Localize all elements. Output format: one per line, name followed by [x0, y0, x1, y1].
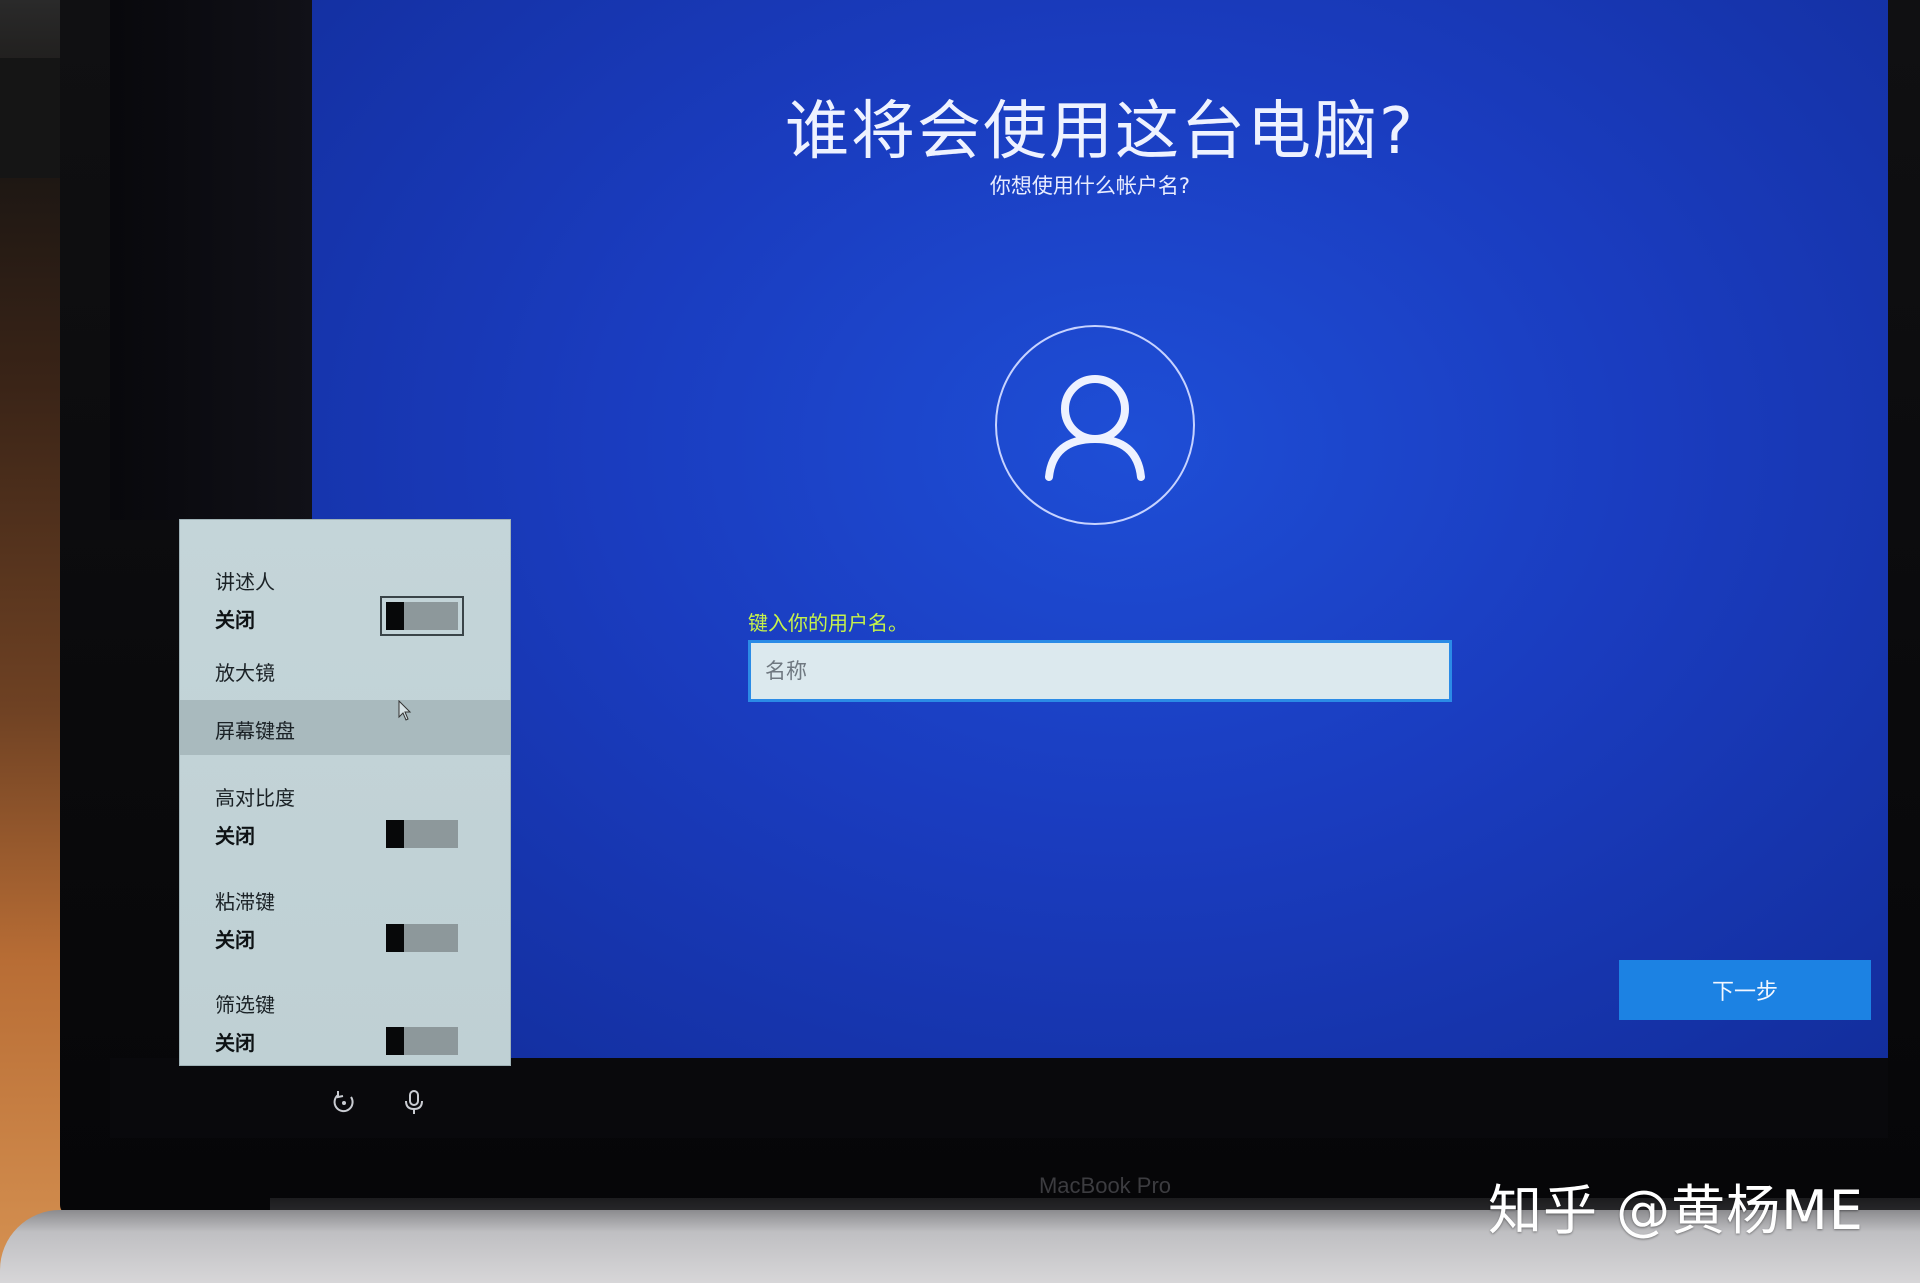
- fly-item-label: 讲述人: [215, 570, 275, 594]
- username-input[interactable]: [748, 640, 1452, 702]
- device-label: MacBook Pro: [1038, 1173, 1172, 1198]
- screen-dark-area: [110, 0, 312, 520]
- fly-item-state: 关闭: [215, 1031, 255, 1055]
- fly-item-label: 高对比度: [215, 786, 295, 810]
- fly-item-high-contrast[interactable]: 高对比度 关闭: [180, 758, 510, 853]
- high-contrast-toggle[interactable]: [386, 820, 458, 848]
- microphone-icon[interactable]: [400, 1088, 428, 1116]
- fly-item-label: 放大镜: [215, 661, 275, 685]
- fly-item-state: 关闭: [215, 824, 255, 848]
- fly-item-label: 粘滞键: [215, 890, 275, 914]
- username-field-label: 键入你的用户名。: [748, 611, 908, 635]
- page-subtitle: 你想使用什么帐户名?: [989, 174, 1191, 198]
- fly-item-label: 筛选键: [215, 993, 275, 1017]
- sticky-keys-toggle[interactable]: [386, 924, 458, 952]
- page-title: 谁将会使用这台电脑?: [785, 95, 1415, 169]
- taskbar-area: [110, 1058, 1888, 1138]
- narrator-toggle[interactable]: [380, 596, 464, 636]
- fly-item-narrator[interactable]: 讲述人 关闭: [180, 540, 510, 636]
- fly-item-state: 关闭: [215, 608, 255, 632]
- mouse-cursor-icon: [398, 700, 412, 721]
- fly-item-state: 关闭: [215, 928, 255, 952]
- fly-item-magnifier[interactable]: 放大镜: [180, 645, 510, 695]
- filter-keys-toggle[interactable]: [386, 1027, 458, 1055]
- toggle-thumb: [386, 602, 404, 630]
- watermark: 知乎 @黄杨ME: [1488, 1179, 1864, 1242]
- fly-item-filter-keys[interactable]: 筛选键 关闭: [180, 963, 510, 1058]
- user-avatar-icon: [995, 325, 1195, 525]
- next-button[interactable]: 下一步: [1619, 960, 1871, 1020]
- toggle-thumb: [386, 1027, 404, 1055]
- fly-item-sticky-keys[interactable]: 粘滞键 关闭: [180, 860, 510, 955]
- fly-item-label: 屏幕键盘: [215, 719, 295, 743]
- toggle-thumb: [386, 820, 404, 848]
- accessibility-flyout: 讲述人 关闭 放大镜 屏幕键盘 高对比度 关闭 粘滞键 关闭 筛选键 关闭: [180, 520, 510, 1065]
- accessibility-icon[interactable]: [330, 1088, 358, 1116]
- toggle-thumb: [386, 924, 404, 952]
- fly-item-on-screen-keyboard[interactable]: 屏幕键盘: [180, 700, 510, 755]
